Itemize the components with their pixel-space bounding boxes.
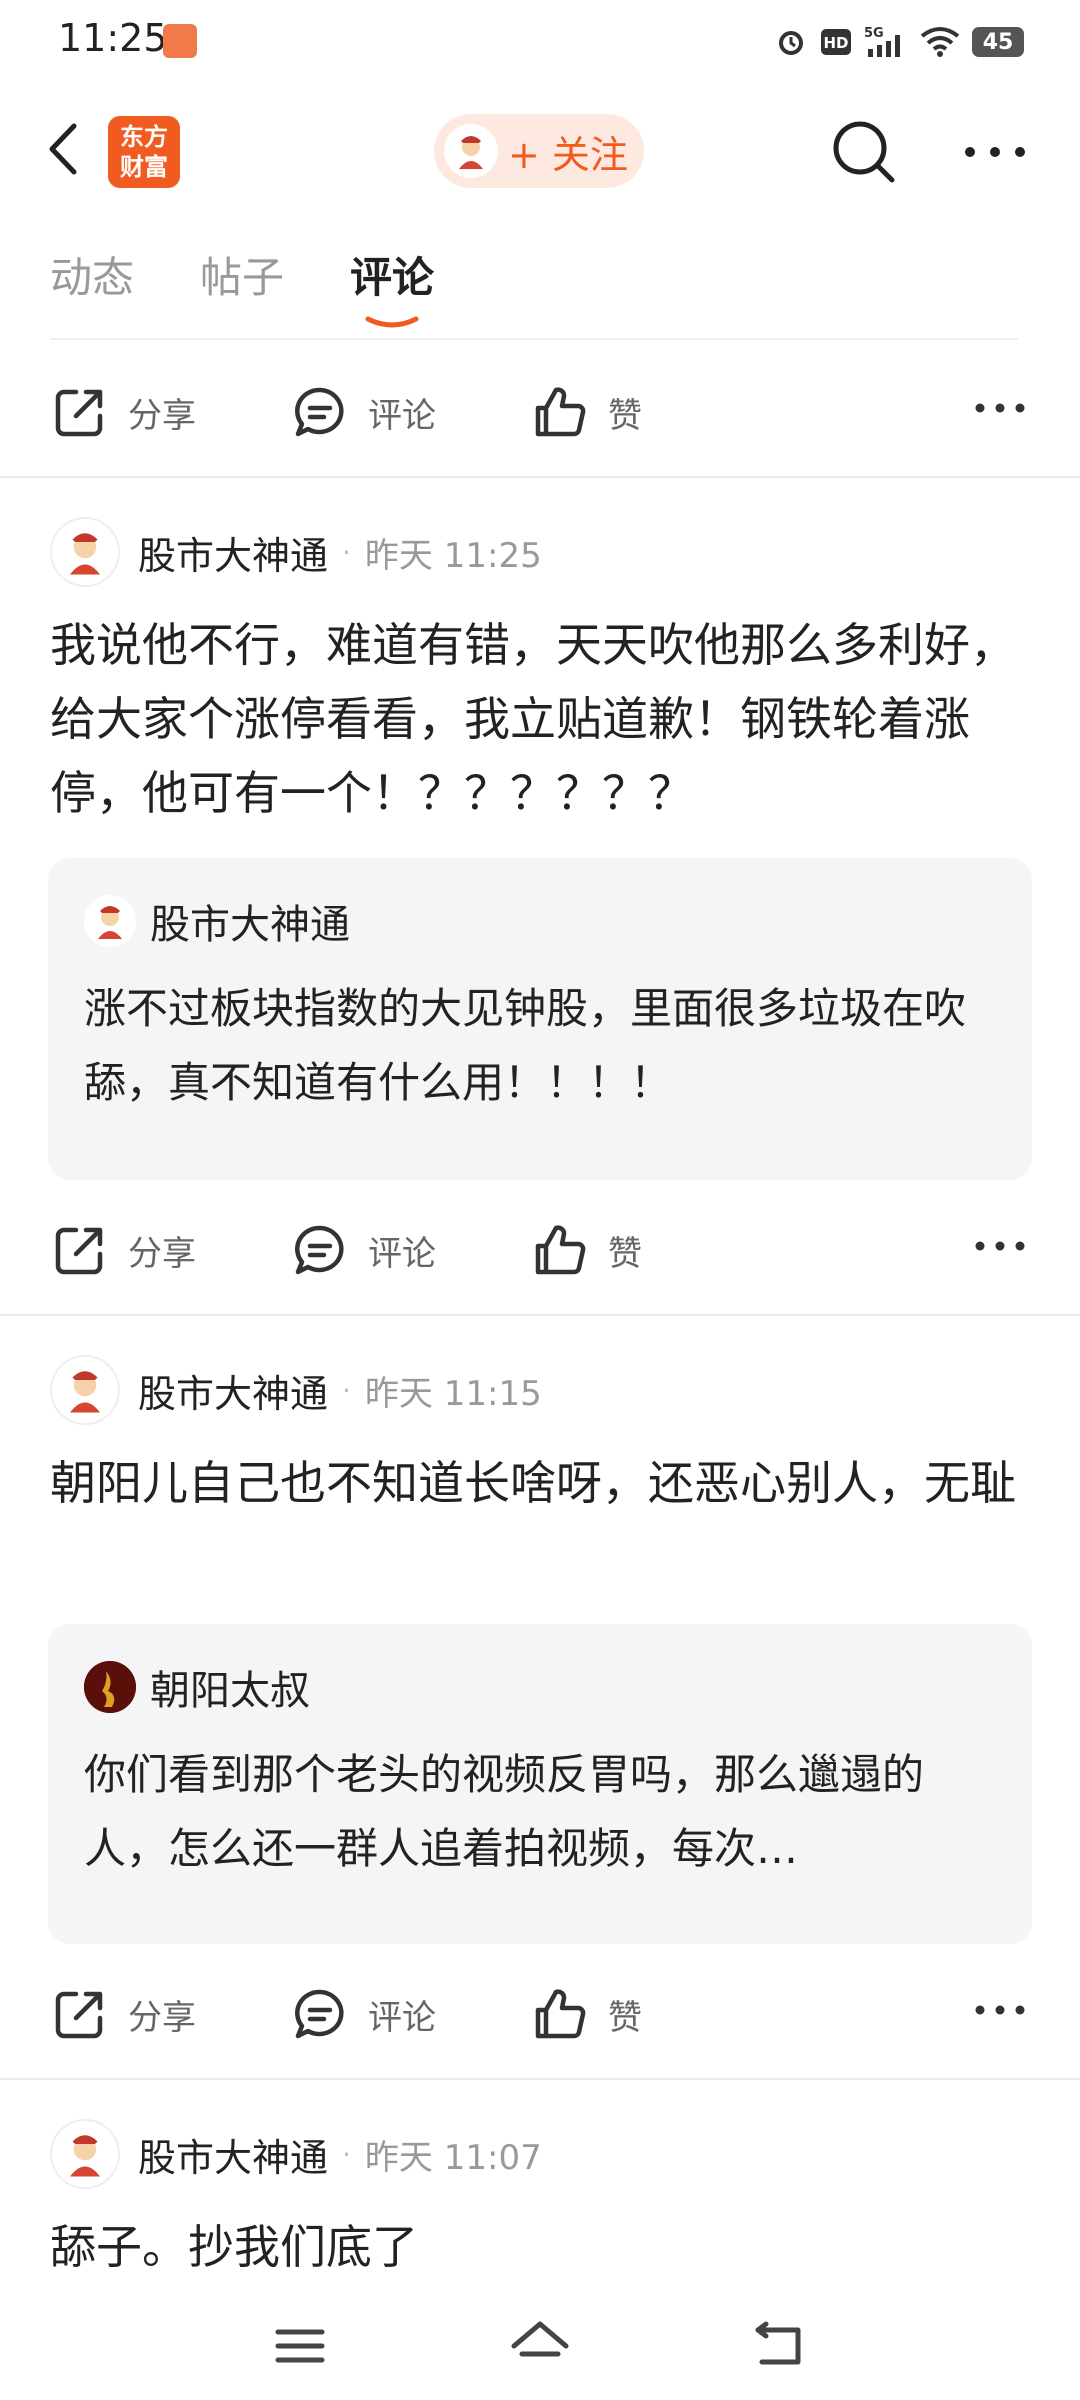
like-label: 赞 (608, 1233, 642, 1274)
author-row: 股市大神通 · 昨天 11:07 (50, 2118, 542, 2190)
logo-line-1: 东方 (120, 123, 168, 151)
separator-dot: · (342, 2137, 351, 2171)
action-row: 分享 评论 赞 (0, 356, 1080, 466)
user-avatar-icon[interactable] (50, 2119, 120, 2189)
comment-label: 评论 (368, 395, 436, 436)
battery-indicator: 45 (972, 27, 1024, 57)
comment-icon (295, 1225, 344, 1275)
quote-author-row: 朝阳太叔 (84, 1658, 310, 1716)
more-horizontal-icon[interactable] (960, 132, 1030, 172)
eastmoney-logo: 东方 财富 (108, 116, 180, 188)
more-horizontal-icon[interactable] (974, 1236, 1026, 1256)
post-text[interactable]: 我说他不行，难道有错，天天吹他那么多利好，给大家个涨停看看，我立贴道歉！钢铁轮着… (50, 608, 1030, 830)
user-avatar-icon (444, 124, 498, 178)
home-icon[interactable] (508, 2316, 572, 2376)
system-nav-bar (0, 2290, 1080, 2400)
author-row: 股市大神通 · 昨天 11:25 (50, 516, 542, 588)
share-button[interactable]: 分享 (52, 1222, 196, 1278)
share-icon (55, 389, 103, 437)
tab-bar: 动态 帖子 评论 (0, 230, 1080, 340)
author-name[interactable]: 股市大神通 (138, 2127, 328, 2182)
quote-text: 涨不过板块指数的大见钟股，里面很多垃圾在吹舔，真不知道有什么用！！！！ (84, 984, 967, 1107)
status-time: 11:25 (58, 16, 168, 60)
tab-active-indicator (364, 314, 420, 328)
comment-icon (295, 1989, 344, 2039)
separator-dot: · (342, 535, 351, 569)
divider (0, 1314, 1080, 1316)
comment-button[interactable]: 评论 (292, 1222, 436, 1278)
quote-avatar-icon (84, 1661, 136, 1713)
search-icon[interactable] (826, 114, 900, 188)
like-button[interactable]: 赞 (532, 384, 642, 440)
thumbs-up-icon (535, 387, 586, 437)
author-name[interactable]: 股市大神通 (138, 525, 328, 580)
comment-button[interactable]: 评论 (292, 384, 436, 440)
5g-signal-icon: 5G (864, 25, 908, 59)
divider (0, 476, 1080, 478)
comment-button[interactable]: 评论 (292, 1986, 436, 2042)
share-label: 分享 (128, 395, 196, 436)
post-time: 昨天 11:15 (364, 1373, 542, 1414)
like-button[interactable]: 赞 (532, 1222, 642, 1278)
post-time: 昨天 11:25 (364, 535, 542, 576)
author-name[interactable]: 股市大神通 (138, 1363, 328, 1418)
svg-text:5G: 5G (864, 26, 884, 41)
like-label: 赞 (608, 395, 642, 436)
quoted-post[interactable]: 朝阳太叔 你们看到那个老头的视频反胃吗，那么邋遢的人，怎么还一群人追着拍视频，每… (48, 1624, 1032, 1944)
quoted-post[interactable]: 股市大神通 涨不过板块指数的大见钟股，里面很多垃圾在吹舔，真不知道有什么用！！！… (48, 858, 1032, 1180)
alarm-icon (774, 25, 808, 59)
post-text[interactable]: 舔子。抄我们底了 (50, 2210, 1030, 2284)
quote-author-row: 股市大神通 (84, 892, 350, 950)
divider (50, 338, 1018, 340)
thumbs-up-icon (535, 1225, 586, 1275)
more-horizontal-icon[interactable] (974, 2000, 1026, 2020)
post-text[interactable]: 朝阳儿自己也不知道长啥呀，还恶心别人，无耻 (50, 1446, 1030, 1520)
more-horizontal-icon[interactable] (974, 398, 1026, 418)
thumbs-up-icon (535, 1989, 586, 2039)
quote-text: 你们看到那个老头的视频反胃吗，那么邋遢的人，怎么还一群人追着拍视频，每次… (84, 1750, 925, 1873)
follow-label: + 关注 (508, 132, 628, 177)
share-label: 分享 (128, 1997, 196, 2038)
status-bar: 11:25 HD 5G 45 (0, 0, 1080, 84)
comment-label: 评论 (368, 1997, 436, 2038)
user-avatar-icon[interactable] (50, 517, 120, 587)
action-row: 分享 评论 赞 (0, 1958, 1080, 2068)
comment-label: 评论 (368, 1233, 436, 1274)
menu-icon[interactable] (268, 2316, 332, 2376)
hd-icon: HD (820, 27, 852, 57)
quote-author-name: 股市大神通 (150, 902, 350, 948)
status-icons: HD 5G 45 (774, 22, 1024, 62)
like-button[interactable]: 赞 (532, 1986, 642, 2042)
wifi-icon (920, 26, 960, 58)
quote-author-name: 朝阳太叔 (150, 1668, 310, 1714)
user-avatar-icon[interactable] (50, 1355, 120, 1425)
share-label: 分享 (128, 1233, 196, 1274)
tab-dynamic[interactable]: 动态 (50, 244, 134, 305)
tab-comments[interactable]: 评论 (350, 244, 434, 305)
post-time: 昨天 11:07 (364, 2137, 542, 2178)
taobao-icon (163, 24, 197, 58)
tab-posts[interactable]: 帖子 (200, 244, 284, 305)
svg-text:HD: HD (823, 34, 848, 52)
follow-button[interactable]: + 关注 (434, 114, 644, 188)
comment-icon (295, 387, 344, 437)
share-button[interactable]: 分享 (52, 1986, 196, 2042)
divider (0, 2078, 1080, 2080)
back-arrow-icon[interactable] (40, 114, 100, 184)
author-row: 股市大神通 · 昨天 11:15 (50, 1354, 542, 1426)
share-icon (55, 1991, 103, 2039)
top-bar: 东方 财富 + 关注 (0, 84, 1080, 214)
like-label: 赞 (608, 1997, 642, 2038)
back-icon[interactable] (748, 2316, 812, 2376)
share-icon (55, 1227, 103, 1275)
share-button[interactable]: 分享 (52, 384, 196, 440)
quote-avatar-icon (84, 895, 136, 947)
separator-dot: · (342, 1373, 351, 1407)
action-row: 分享 评论 赞 (0, 1194, 1080, 1304)
logo-line-2: 财富 (120, 153, 168, 181)
